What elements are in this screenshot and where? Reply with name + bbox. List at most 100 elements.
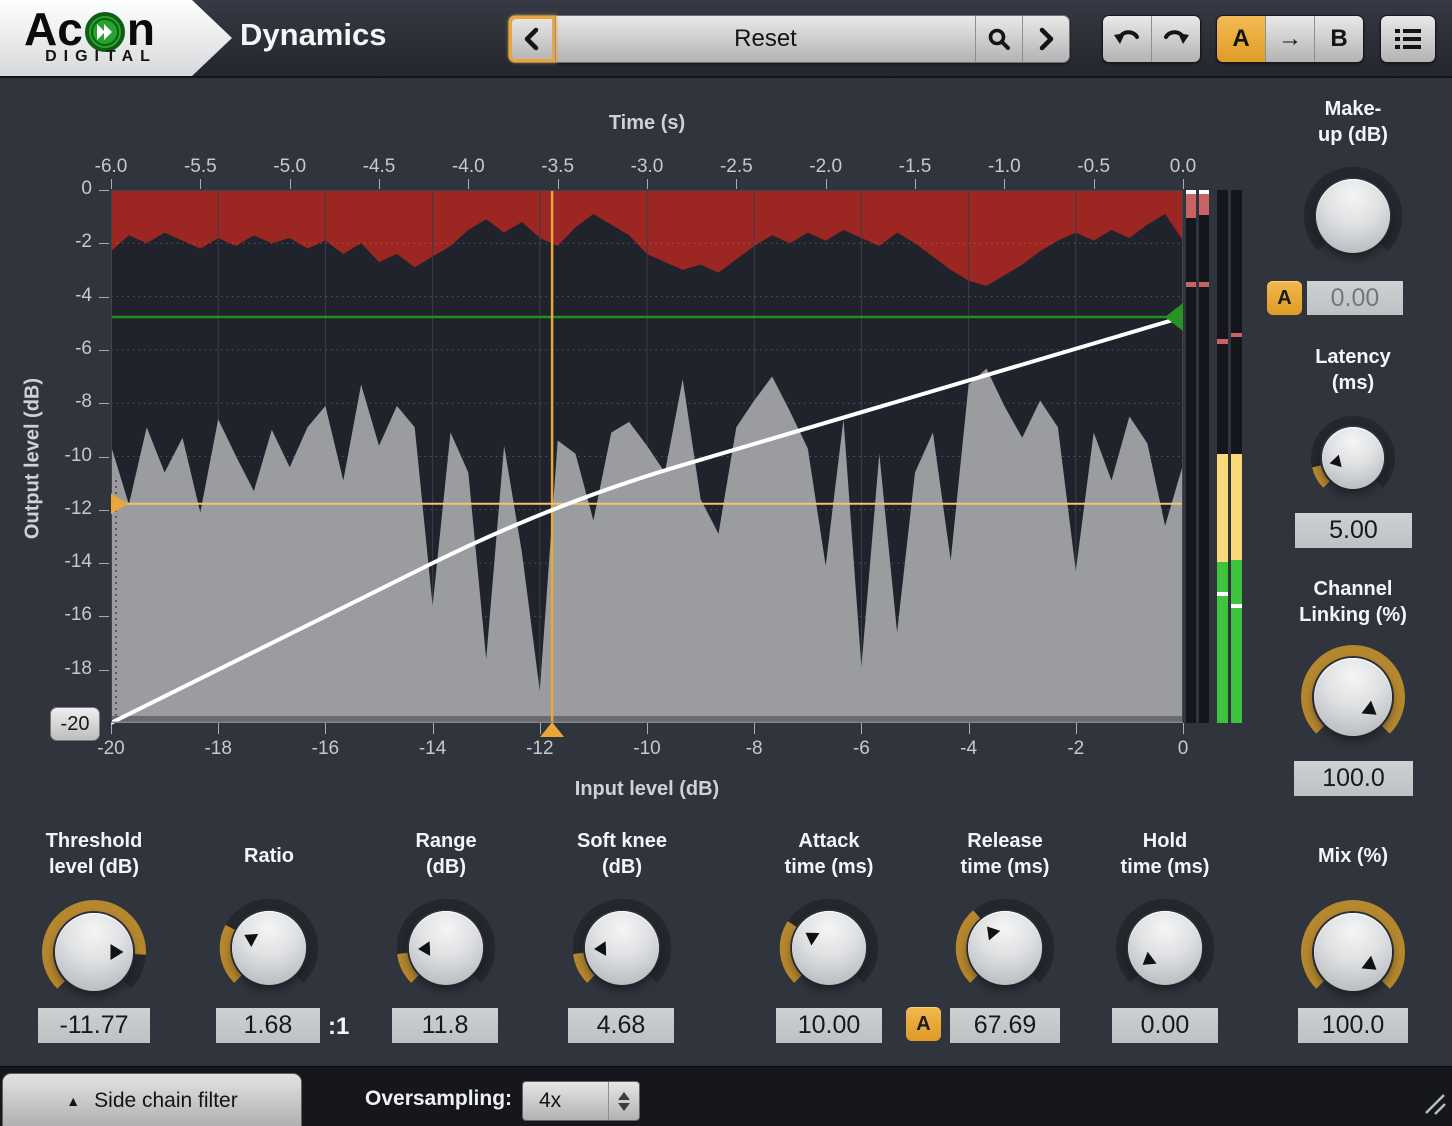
axis-tick-label: -1.0 [974, 156, 1034, 178]
soft-knee-knob[interactable] [563, 889, 681, 1007]
release-value[interactable]: 67.69 [950, 1008, 1060, 1043]
hold-value[interactable]: 0.00 [1112, 1008, 1218, 1043]
axis-tick-mark [99, 616, 109, 617]
ab-copy-arrow-button[interactable]: → [1265, 16, 1314, 62]
ab-a-button[interactable]: A [1217, 16, 1265, 62]
axis-tick-label: -8 [42, 391, 92, 413]
redo-button[interactable] [1151, 16, 1200, 62]
threshold-bottom-marker[interactable] [540, 722, 564, 737]
ratio-suffix: :1 [328, 1013, 349, 1041]
play-circle-icon [84, 11, 126, 53]
hold-label: Holdtime (ms) [1075, 828, 1255, 880]
list-menu-icon [1395, 28, 1421, 50]
knob-face[interactable] [232, 911, 306, 985]
makeup-value[interactable]: 0.00 [1307, 281, 1403, 315]
axis-tick-label: -16 [295, 738, 355, 760]
axis-tick-label: -0.5 [1064, 156, 1124, 178]
menu-button[interactable] [1381, 16, 1435, 62]
release-label: Releasetime (ms) [915, 828, 1095, 880]
knob-face[interactable] [792, 911, 866, 985]
ab-compare-group: A → B [1216, 15, 1364, 63]
axis-tick-label: 0 [1153, 738, 1213, 760]
ratio-knob[interactable] [210, 889, 328, 1007]
axis-tick-mark [99, 297, 109, 298]
axis-tick-mark [647, 179, 648, 189]
latency-value[interactable]: 5.00 [1295, 513, 1412, 548]
knob-face[interactable] [968, 911, 1042, 985]
undo-button[interactable] [1103, 16, 1151, 62]
axis-tick-label: -20 [81, 738, 141, 760]
menu-group [1380, 15, 1436, 63]
axis-tick-mark [1183, 723, 1184, 734]
ratio-value[interactable]: 1.68 [216, 1008, 320, 1043]
axis-tick-label: -2 [42, 231, 92, 253]
channel-linking-knob[interactable] [1291, 635, 1415, 759]
axis-tick-label: -6 [42, 338, 92, 360]
attack-label: Attacktime (ms) [739, 828, 919, 880]
search-preset-button[interactable] [976, 16, 1022, 62]
soft-knee-value[interactable]: 4.68 [568, 1008, 674, 1043]
brand-subtitle: DIGITAL [26, 48, 176, 66]
channel-linking-value[interactable]: 100.0 [1294, 761, 1413, 796]
makeup-gain-knob[interactable] [1294, 157, 1412, 275]
knob-face[interactable] [1316, 179, 1390, 253]
axis-tick-mark [111, 179, 112, 189]
knob-face[interactable] [1314, 913, 1392, 991]
axis-tick-label: -2.0 [796, 156, 856, 178]
axis-tick-label: 0 [42, 178, 92, 200]
channel-linking-label: ChannelLinking (%) [1263, 576, 1443, 628]
range-label: Range(dB) [356, 828, 536, 880]
axis-tick-mark [99, 243, 109, 244]
gain-reduction-meter-bar [1199, 190, 1209, 723]
hold-time-knob[interactable] [1106, 889, 1224, 1007]
side-chain-filter-button[interactable]: ▲ Side chain filter [2, 1073, 302, 1126]
axis-tick-mark [1183, 179, 1184, 189]
axis-tick-mark [99, 403, 109, 404]
knob-face[interactable] [1322, 427, 1384, 489]
top-toolbar: Ac n DIGITAL Dynamics Reset [0, 0, 1452, 78]
collapse-triangle-icon: ▲ [66, 1093, 80, 1109]
previous-preset-button[interactable] [509, 16, 556, 62]
axis-tick-mark [99, 510, 109, 511]
release-time-knob[interactable] [946, 889, 1064, 1007]
ratio-label: Ratio [179, 843, 359, 869]
ab-b-button[interactable]: B [1314, 16, 1363, 62]
meter-reduction-fill [1199, 194, 1209, 215]
resize-grip-icon[interactable] [1420, 1089, 1448, 1117]
axis-tick-label: -4.0 [438, 156, 498, 178]
makeup-auto-button[interactable]: A [1267, 281, 1302, 315]
axis-tick-mark [468, 179, 469, 189]
threshold-knob[interactable] [32, 890, 156, 1014]
axis-tick-label: -3.5 [528, 156, 588, 178]
undo-icon [1113, 27, 1141, 51]
oversampling-label: Oversampling: [365, 1087, 512, 1111]
range-knob[interactable] [387, 889, 505, 1007]
gain-reduction-meter-bar [1186, 190, 1196, 723]
attack-value[interactable]: 10.00 [776, 1008, 882, 1043]
knob-face[interactable] [1314, 658, 1392, 736]
axis-tick-label: -4 [42, 285, 92, 307]
next-preset-button[interactable] [1023, 16, 1069, 62]
release-auto-button[interactable]: A [906, 1007, 941, 1041]
meter-green-zone [1231, 560, 1242, 723]
axis-range-badge[interactable]: -20 [50, 707, 100, 741]
latency-knob[interactable] [1303, 408, 1403, 508]
preset-name[interactable]: Reset [556, 16, 975, 62]
input-axis-title: Input level (dB) [547, 778, 747, 801]
attack-time-knob[interactable] [770, 889, 888, 1007]
knob-face[interactable] [1128, 911, 1202, 985]
soft-knee-label: Soft knee(dB) [532, 828, 712, 880]
output-level-meter-bar [1231, 190, 1242, 723]
axis-tick-label: -6 [831, 738, 891, 760]
threshold-value[interactable]: -11.77 [38, 1008, 150, 1043]
meter-peak-hold [1217, 339, 1228, 344]
dynamics-transfer-plot[interactable] [111, 190, 1183, 738]
oversampling-value: 4x [523, 1089, 608, 1113]
meter-yellow-zone [1217, 454, 1228, 562]
mix-value[interactable]: 100.0 [1298, 1008, 1408, 1043]
mix-knob[interactable] [1291, 890, 1415, 1014]
meter-peak-hold [1231, 333, 1242, 338]
range-value[interactable]: 11.8 [392, 1008, 498, 1043]
oversampling-select[interactable]: 4x [522, 1081, 640, 1121]
spinner-arrows-icon [608, 1082, 639, 1120]
